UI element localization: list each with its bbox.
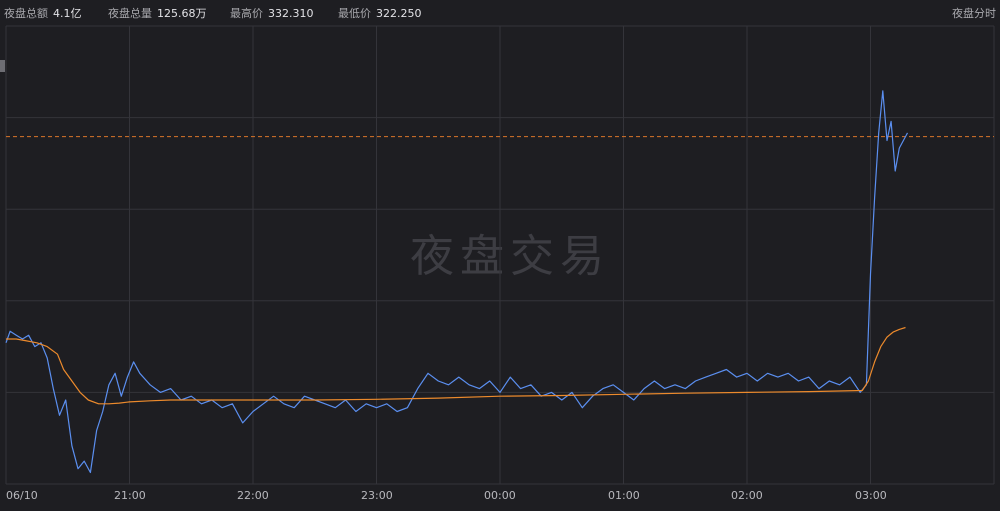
x-tick-label: 21:00 — [114, 489, 146, 502]
price-scale-handle[interactable] — [0, 60, 5, 72]
x-tick-label: 06/10 — [6, 489, 38, 502]
x-tick-label: 03:00 — [855, 489, 887, 502]
x-tick-label: 23:00 — [361, 489, 393, 502]
x-tick-label: 00:00 — [484, 489, 516, 502]
x-tick-label: 01:00 — [608, 489, 640, 502]
x-tick-label: 22:00 — [237, 489, 269, 502]
intraday-chart[interactable] — [0, 0, 1000, 511]
x-tick-label: 02:00 — [731, 489, 763, 502]
price-series-line — [5, 90, 909, 474]
